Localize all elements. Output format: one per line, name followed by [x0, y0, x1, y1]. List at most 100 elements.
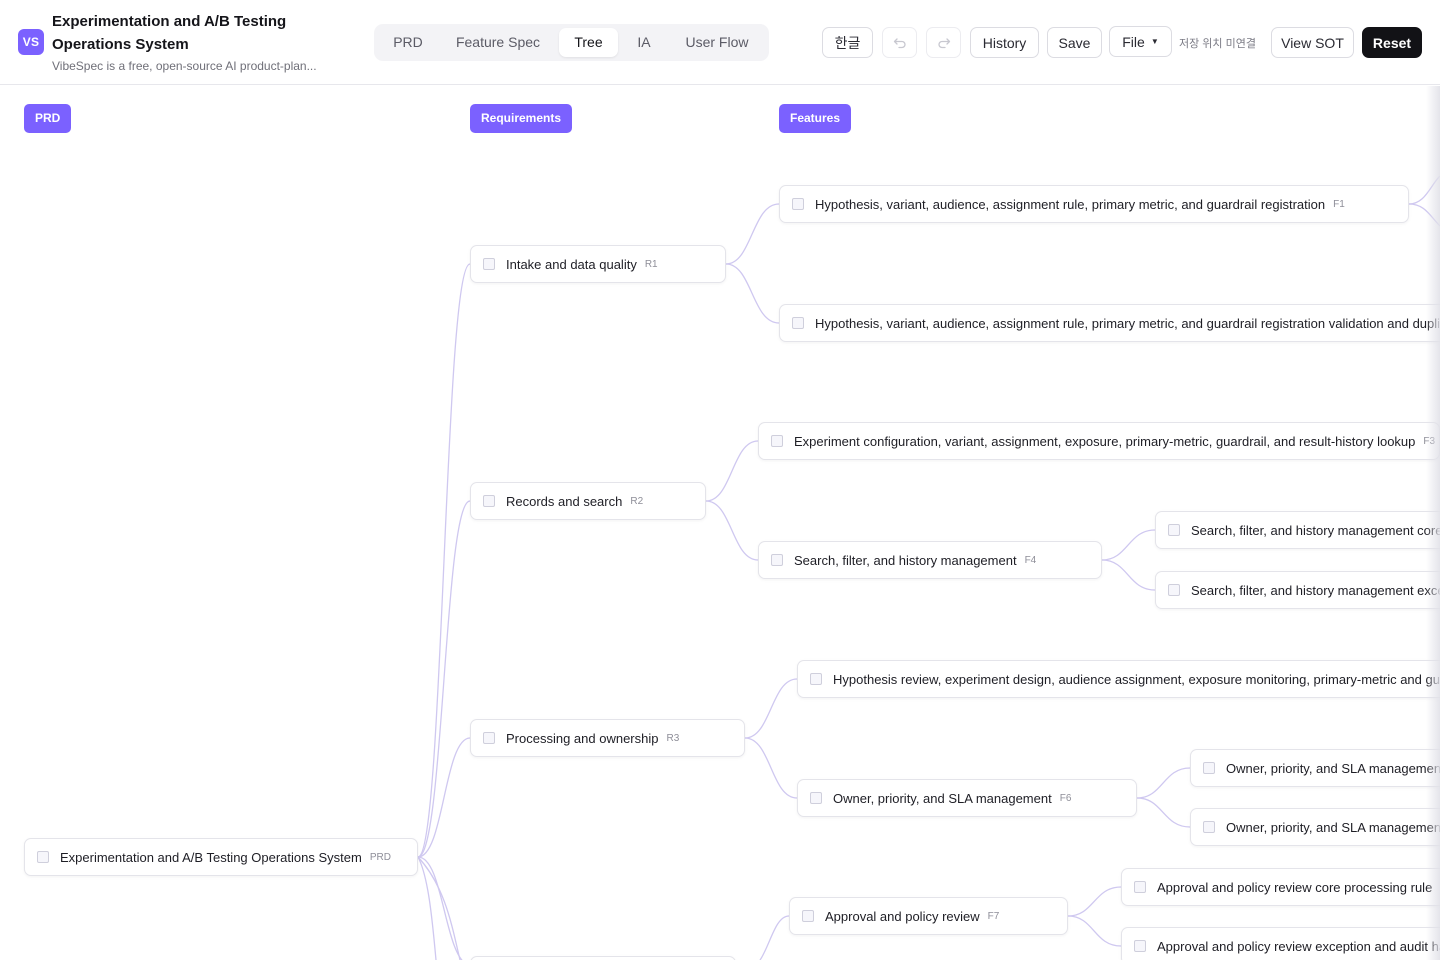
connector: [705, 500, 759, 561]
connector: [759, 915, 790, 960]
node-code: R1: [644, 258, 658, 270]
node-code: F6: [1059, 792, 1072, 804]
node-label: Approval and policy review exception and…: [1157, 938, 1440, 954]
redo-button[interactable]: [926, 27, 961, 58]
view-tabs: PRD Feature Spec Tree IA User Flow: [374, 24, 769, 61]
save-button[interactable]: Save: [1047, 27, 1102, 58]
node-label: Owner, priority, and SLA management: [833, 790, 1052, 806]
node-label: Experiment configuration, variant, assig…: [794, 433, 1416, 449]
storage-status: 저장 위치 미연결: [1179, 38, 1256, 50]
tab-tree[interactable]: Tree: [559, 28, 618, 57]
tree-node-f6[interactable]: Owner, priority, and SLA management F6: [797, 779, 1137, 817]
node-code: PRD: [369, 851, 391, 863]
node-checkbox[interactable]: [483, 495, 495, 507]
node-checkbox[interactable]: [792, 198, 804, 210]
tree-node-f4-core[interactable]: Search, filter, and history management c…: [1155, 511, 1440, 549]
node-code: F4: [1024, 554, 1037, 566]
tree-node-f4-exception[interactable]: Search, filter, and history management e…: [1155, 571, 1440, 609]
connector: [417, 856, 463, 960]
node-checkbox[interactable]: [1168, 524, 1180, 536]
node-code: F1: [1333, 198, 1345, 210]
node-checkbox[interactable]: [1134, 881, 1146, 893]
tree-node-r4[interactable]: [470, 956, 736, 960]
app-title: Experimentation and A/B Testing Operatio…: [52, 13, 287, 53]
node-checkbox[interactable]: [37, 851, 49, 863]
connector: [744, 678, 798, 739]
node-checkbox[interactable]: [810, 792, 822, 804]
node-code: R2: [630, 495, 644, 507]
connector: [705, 440, 759, 502]
app-subtitle: VibeSpec is a free, open-source AI produ…: [52, 59, 317, 73]
connector: [1067, 915, 1122, 947]
node-label: Hypothesis, variant, audience, assignmen…: [815, 196, 1326, 212]
scroll-edge-shadow: [1426, 86, 1440, 960]
node-label: Search, filter, and history management e…: [1191, 582, 1440, 598]
connector: [744, 737, 798, 799]
node-label: Hypothesis, variant, audience, assignmen…: [815, 315, 1440, 331]
node-checkbox[interactable]: [1203, 762, 1215, 774]
node-label: Search, filter, and history management c…: [1191, 522, 1440, 538]
history-button[interactable]: History: [970, 27, 1039, 58]
node-checkbox[interactable]: [1134, 940, 1146, 952]
undo-button[interactable]: [882, 27, 917, 58]
node-checkbox[interactable]: [1168, 584, 1180, 596]
tab-user-flow[interactable]: User Flow: [670, 28, 764, 57]
node-label: Owner, priority, and SLA management: [1226, 760, 1440, 776]
node-label: Processing and ownership: [506, 730, 659, 746]
undo-icon: [893, 37, 906, 48]
node-code: F7: [987, 910, 1000, 922]
connector: [1101, 559, 1156, 591]
node-label: Experimentation and A/B Testing Operatio…: [60, 849, 362, 865]
tab-feature-spec[interactable]: Feature Spec: [442, 28, 554, 57]
node-code: R3: [666, 732, 680, 744]
tree-canvas[interactable]: PRD Requirements Features Experimentatio…: [0, 86, 1440, 960]
node-label: Records and search: [506, 493, 623, 509]
connector: [1136, 797, 1191, 828]
node-label: Approval and policy review core processi…: [1157, 879, 1433, 895]
tab-prd[interactable]: PRD: [380, 28, 436, 57]
connector: [1136, 767, 1191, 799]
tree-node-f6-core[interactable]: Owner, priority, and SLA management: [1190, 749, 1440, 787]
language-button[interactable]: 한글: [822, 27, 873, 58]
top-header: VS Experimentation and A/B Testing Opera…: [0, 0, 1440, 85]
connector: [725, 263, 780, 324]
connector: [1101, 529, 1156, 561]
tree-node-prd[interactable]: Experimentation and A/B Testing Operatio…: [24, 838, 418, 876]
tree-node-f1[interactable]: Hypothesis, variant, audience, assignmen…: [779, 185, 1409, 223]
tree-node-f7-exception[interactable]: Approval and policy review exception and…: [1121, 927, 1440, 960]
file-menu-label: File: [1122, 33, 1145, 50]
tree-node-r3[interactable]: Processing and ownership R3: [470, 719, 745, 757]
tree-node-f7-core[interactable]: Approval and policy review core processi…: [1121, 868, 1440, 906]
node-label: Intake and data quality: [506, 256, 637, 272]
tree-node-r2[interactable]: Records and search R2: [470, 482, 706, 520]
node-checkbox[interactable]: [1203, 821, 1215, 833]
tree-node-f6-exception[interactable]: Owner, priority, and SLA management: [1190, 808, 1440, 846]
connector: [1067, 886, 1122, 917]
tree-node-f7[interactable]: Approval and policy review F7: [789, 897, 1068, 935]
connector: [725, 203, 780, 265]
node-checkbox[interactable]: [483, 258, 495, 270]
tab-ia[interactable]: IA: [624, 28, 664, 57]
node-label: Owner, priority, and SLA management: [1226, 819, 1440, 835]
app-logo: VS: [18, 29, 44, 55]
node-checkbox[interactable]: [810, 673, 822, 685]
node-label: Search, filter, and history management: [794, 552, 1017, 568]
view-sot-button[interactable]: View SOT: [1271, 27, 1354, 58]
node-checkbox[interactable]: [771, 554, 783, 566]
tree-node-f5[interactable]: Hypothesis review, experiment design, au…: [797, 660, 1440, 698]
tree-node-f3[interactable]: Experiment configuration, variant, assig…: [758, 422, 1440, 460]
connector: [417, 263, 471, 858]
redo-icon: [937, 37, 950, 48]
tree-node-r1[interactable]: Intake and data quality R1: [470, 245, 726, 283]
node-checkbox[interactable]: [483, 732, 495, 744]
node-checkbox[interactable]: [792, 317, 804, 329]
node-checkbox[interactable]: [771, 435, 783, 447]
reset-button[interactable]: Reset: [1362, 27, 1422, 58]
node-checkbox[interactable]: [802, 910, 814, 922]
node-label: Hypothesis review, experiment design, au…: [833, 671, 1440, 687]
connector: [417, 737, 471, 858]
caret-down-icon: ▼: [1150, 37, 1159, 46]
tree-node-f4[interactable]: Search, filter, and history management F…: [758, 541, 1102, 579]
file-menu-button[interactable]: File ▼: [1109, 26, 1172, 57]
tree-node-f2[interactable]: Hypothesis, variant, audience, assignmen…: [779, 304, 1440, 342]
